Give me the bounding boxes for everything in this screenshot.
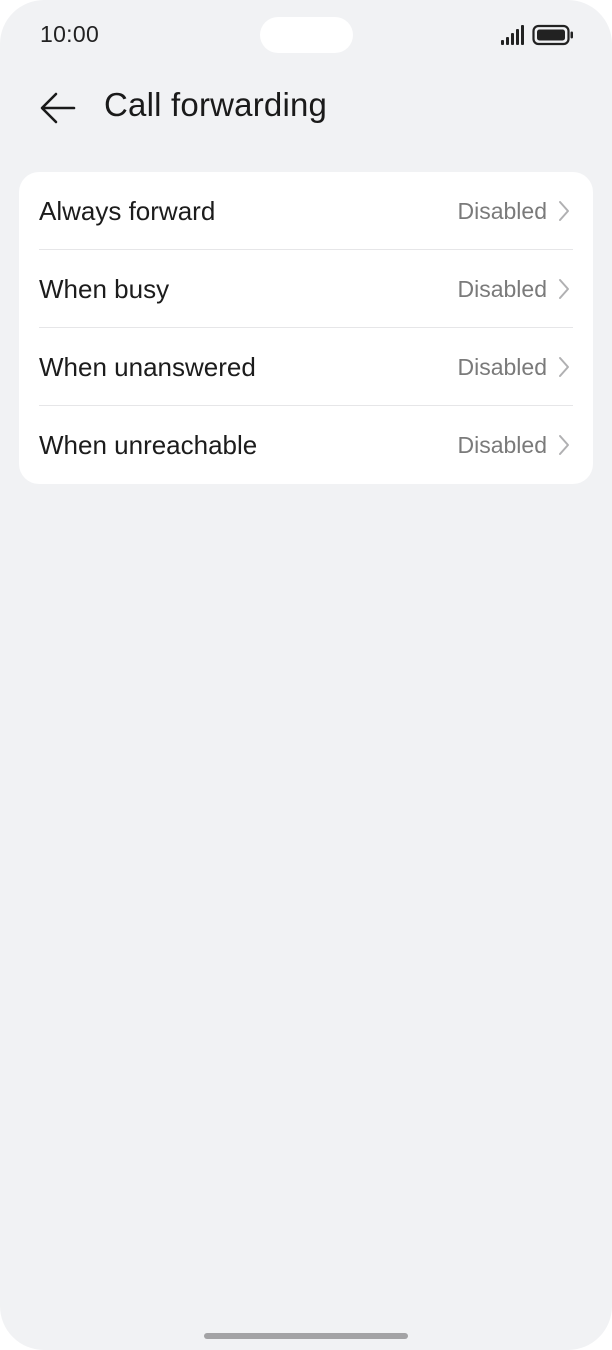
setting-label: When unreachable <box>39 430 258 460</box>
chevron-right-icon <box>559 357 569 377</box>
page-title: Call forwarding <box>104 86 328 123</box>
home-indicator[interactable] <box>204 1333 408 1339</box>
setting-label: When busy <box>39 274 170 304</box>
camera-notch <box>260 17 353 53</box>
setting-status: Disabled <box>457 276 548 302</box>
back-button[interactable] <box>30 82 86 134</box>
status-time: 10:00 <box>40 21 100 47</box>
top-app-bar: Call forwarding <box>0 72 612 144</box>
battery-full-icon <box>532 24 573 46</box>
setting-row-when-unanswered[interactable]: When unanswered Disabled <box>19 328 593 406</box>
chevron-right-icon <box>559 435 569 455</box>
status-bar: 10:00 <box>0 0 612 70</box>
signal-bars-icon <box>501 25 524 45</box>
chevron-right-icon <box>559 201 569 221</box>
setting-status: Disabled <box>457 354 548 380</box>
setting-status: Disabled <box>457 432 548 458</box>
setting-row-when-busy[interactable]: When busy Disabled <box>19 250 593 328</box>
setting-label: When unanswered <box>39 352 256 382</box>
phone-screen: 10:00 Call forwarding Always forward Dis… <box>0 0 612 1350</box>
chevron-right-icon <box>559 279 569 299</box>
setting-row-always-forward[interactable]: Always forward Disabled <box>19 172 593 250</box>
setting-status: Disabled <box>457 198 548 224</box>
setting-row-when-unreachable[interactable]: When unreachable Disabled <box>19 406 593 484</box>
call-forwarding-options-card: Always forward Disabled When busy Disabl… <box>19 172 593 484</box>
setting-label: Always forward <box>39 196 216 226</box>
arrow-left-icon <box>40 92 76 124</box>
